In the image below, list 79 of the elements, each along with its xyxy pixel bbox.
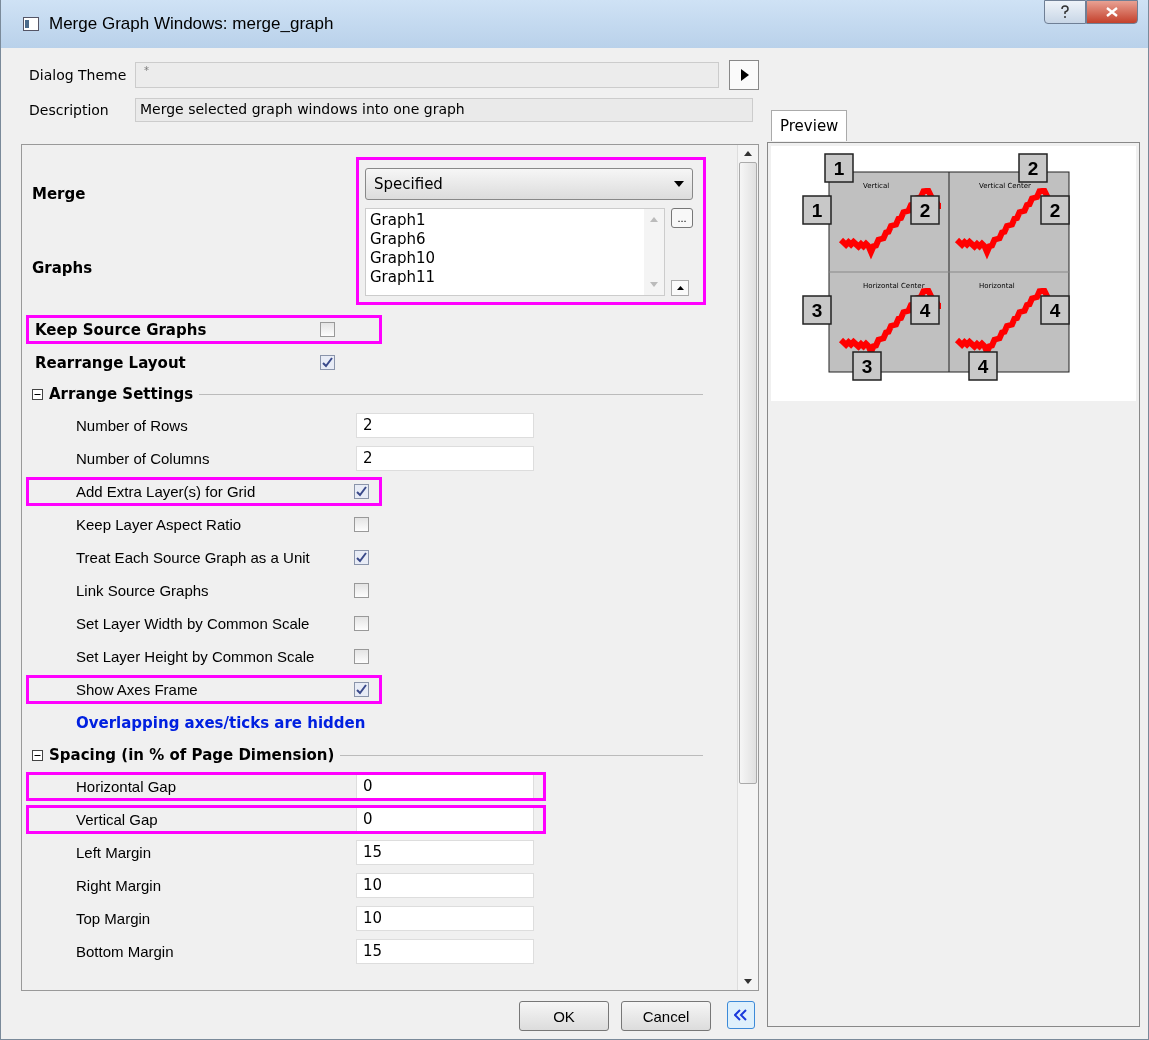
property-label: Set Layer Height by Common Scale (76, 648, 316, 665)
collapse-icon[interactable] (32, 749, 43, 761)
window-title: Merge Graph Windows: merge_graph (49, 14, 334, 34)
checkbox[interactable] (354, 682, 369, 697)
caret-icon (674, 181, 684, 187)
section-title: Spacing (in % of Page Dimension) (49, 746, 335, 764)
layer-number: 3 (852, 351, 882, 381)
help-icon (1060, 5, 1070, 19)
property-label: Vertical Gap (76, 811, 159, 828)
checkbox[interactable] (354, 649, 369, 664)
checkbox[interactable] (354, 517, 369, 532)
note-text: Overlapping axes/ticks are hidden (75, 713, 367, 734)
checkbox[interactable] (354, 550, 369, 565)
preview-tab[interactable]: Preview (771, 110, 848, 141)
layer-number: 3 (802, 295, 832, 325)
property-label: Number of Rows (76, 417, 189, 434)
property-label: Rearrange Layout (35, 353, 187, 372)
property-label: Top Margin (76, 910, 152, 927)
layer-number: 1 (824, 153, 854, 183)
input-field[interactable]: 10 (356, 906, 534, 931)
up-arrow-icon (676, 286, 684, 290)
list-item[interactable]: Graph10 (370, 249, 640, 268)
property-label: Show Axes Frame (76, 681, 199, 698)
layer-number: 2 (1018, 153, 1048, 183)
theme-menu-button[interactable] (729, 60, 759, 90)
layer-number: 4 (1040, 295, 1070, 325)
collapse-button[interactable] (727, 1001, 755, 1029)
dialog-button[interactable]: OK (519, 1001, 609, 1031)
input-field[interactable]: 2 (356, 446, 534, 471)
property-label: Treat Each Source Graph as a Unit (76, 549, 311, 566)
property-label: Keep Source Graphs (35, 320, 208, 339)
dialog-button[interactable]: Cancel (621, 1001, 711, 1031)
list-item[interactable]: Graph1 (370, 211, 640, 230)
section-title: Arrange Settings (49, 385, 194, 403)
layer-number: 4 (910, 295, 940, 325)
property-label: Link Source Graphs (76, 582, 210, 599)
close-icon (1106, 7, 1118, 17)
merge-dropdown[interactable]: Specified (365, 168, 693, 200)
list-item[interactable]: Graph6 (370, 230, 640, 249)
play-arrow-icon (739, 69, 749, 81)
close-button[interactable] (1086, 0, 1138, 24)
theme-field[interactable]: * (135, 62, 719, 88)
property-label: Horizontal Gap (76, 778, 178, 795)
field-label: Dialog Theme (28, 67, 125, 83)
property-label: Right Margin (76, 877, 163, 894)
checkbox[interactable] (354, 616, 369, 631)
property-label: Merge (32, 185, 87, 203)
property-label: Set Layer Width by Common Scale (76, 615, 311, 632)
scrollbar[interactable] (737, 145, 758, 990)
property-label: Add Extra Layer(s) for Grid (76, 483, 257, 500)
input-field[interactable]: 15 (356, 840, 534, 865)
checkbox[interactable] (354, 484, 369, 499)
collapse-icon[interactable] (32, 388, 43, 400)
input-field[interactable]: 2 (356, 413, 534, 438)
double-chevron-icon (734, 1009, 748, 1021)
description-field: Merge selected graph windows into one graph (135, 98, 753, 122)
collapse-button[interactable] (671, 280, 689, 296)
layer-number: 4 (968, 351, 998, 381)
property-label: Keep Layer Aspect Ratio (76, 516, 243, 533)
property-label: Graphs (32, 259, 94, 277)
property-label: Left Margin (76, 844, 153, 861)
property-label: Bottom Margin (76, 943, 175, 960)
checkbox[interactable] (320, 355, 335, 370)
input-field[interactable]: 10 (356, 873, 534, 898)
layer-number: 1 (802, 195, 832, 225)
field-label: Description (28, 102, 110, 118)
scroll-down-icon[interactable] (744, 979, 752, 984)
checkbox[interactable] (354, 583, 369, 598)
list-item[interactable]: Graph11 (370, 268, 640, 287)
property-label: Number of Columns (76, 450, 211, 467)
browse-button[interactable]: ... (671, 208, 693, 228)
checkbox[interactable] (320, 322, 335, 337)
scroll-up-icon[interactable] (744, 151, 752, 156)
window-icon (23, 17, 39, 31)
graphs-list[interactable]: Graph1 Graph6 Graph10 Graph11 (365, 208, 665, 296)
input-field[interactable]: 15 (356, 939, 534, 964)
layer-number: 2 (1040, 195, 1070, 225)
layer-number: 2 (910, 195, 940, 225)
help-button[interactable] (1044, 0, 1086, 24)
